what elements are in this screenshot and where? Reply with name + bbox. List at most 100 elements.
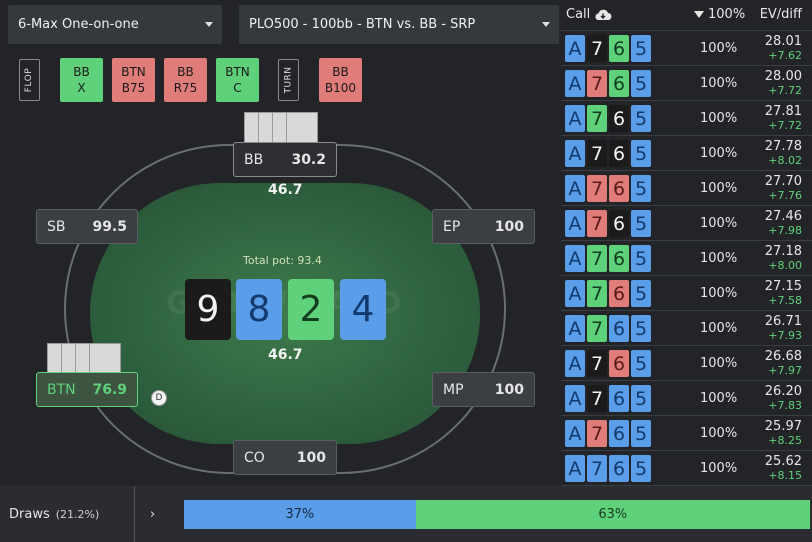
- hand-row[interactable]: A 7 6 5 100% 26.68 +7.97: [561, 346, 812, 381]
- hand-row[interactable]: A 7 6 5 100% 28.01 +7.62: [561, 31, 812, 66]
- seat-name: MP: [443, 381, 464, 398]
- seat-stack: 30.2: [291, 151, 326, 168]
- hand-card: 6: [609, 385, 629, 412]
- bb-bet-amount: 46.7: [268, 182, 303, 198]
- hand-frequency: 100%: [700, 111, 738, 126]
- hand-row[interactable]: A 7 6 5 100% 25.97 +8.25: [561, 416, 812, 451]
- hand-card: 7: [587, 210, 607, 237]
- action-turn-1[interactable]: BB B100: [319, 58, 362, 102]
- hand-cards: A765: [565, 245, 653, 272]
- hand-row[interactable]: A 7 6 5 100% 25.62 +8.15: [561, 451, 812, 486]
- caret-down-icon: [205, 22, 213, 27]
- seat-btn[interactable]: BTN 76.9: [36, 372, 138, 407]
- seat-stack: 100: [494, 218, 524, 235]
- hand-card: 5: [631, 420, 651, 447]
- scenario-dropdown-label: PLO500 - 100bb - BTN vs. BB - SRP: [249, 17, 476, 32]
- hand-frequency: 100%: [700, 321, 738, 336]
- hand-card: 7: [587, 175, 607, 202]
- hand-row[interactable]: A 7 6 5 100% 28.00 +7.72: [561, 66, 812, 101]
- hand-card: A: [565, 245, 585, 272]
- hand-card: 5: [631, 455, 651, 482]
- format-dropdown-label: 6-Max One-on-one: [18, 17, 139, 32]
- seat-mp[interactable]: MP 100: [432, 372, 535, 407]
- action-type: C: [233, 81, 242, 95]
- hand-card: 6: [609, 35, 629, 62]
- chevron-right-icon[interactable]: ›: [150, 507, 155, 522]
- hand-row[interactable]: A 7 6 5 100% 27.70 +7.76: [561, 171, 812, 206]
- hand-ev: 25.62: [764, 454, 802, 469]
- hand-card: 6: [609, 350, 629, 377]
- hand-frequency: 100%: [700, 286, 738, 301]
- hand-cards: A765: [565, 385, 653, 412]
- hand-card: 7: [587, 420, 607, 447]
- hand-card: A: [565, 350, 585, 377]
- hand-cards: A765: [565, 70, 653, 97]
- hand-card: A: [565, 105, 585, 132]
- hand-card: A: [565, 315, 585, 342]
- hand-cards: A765: [565, 210, 653, 237]
- hand-card: 6: [609, 70, 629, 97]
- draws-filter[interactable]: Draws (21.2%): [0, 486, 135, 542]
- hand-card: 5: [631, 245, 651, 272]
- action-flop-2[interactable]: BTN B75: [112, 58, 155, 102]
- board-card: 2: [288, 279, 334, 340]
- hand-ev-diff: +7.72: [768, 119, 802, 132]
- hand-card: 5: [631, 140, 651, 167]
- hand-ev: 27.46: [764, 209, 802, 224]
- hand-row[interactable]: A 7 6 5 100% 26.71 +7.93: [561, 311, 812, 346]
- sort-column-header[interactable]: 100%: [694, 7, 745, 22]
- hand-ev-diff: +7.93: [768, 329, 802, 342]
- hand-ev: 27.15: [764, 279, 802, 294]
- hand-ev-diff: +7.62: [768, 49, 802, 62]
- hand-row[interactable]: A 7 6 5 100% 26.20 +7.83: [561, 381, 812, 416]
- seat-bb[interactable]: BB 30.2: [233, 142, 337, 177]
- action-player: BB: [73, 65, 90, 79]
- hand-row[interactable]: A 7 6 5 100% 27.18 +8.00: [561, 241, 812, 276]
- cloud-download-icon[interactable]: [594, 8, 612, 26]
- seat-co[interactable]: CO 100: [233, 440, 337, 475]
- seat-stack: 99.5: [92, 218, 127, 235]
- board-card: 4: [340, 279, 386, 340]
- board-card: 8: [236, 279, 282, 340]
- action-type: B75: [121, 81, 146, 95]
- hand-row[interactable]: A 7 6 5 100% 27.81 +7.72: [561, 101, 812, 136]
- hand-card: 5: [631, 385, 651, 412]
- hand-ev: 26.68: [764, 349, 802, 364]
- hand-frequency: 100%: [700, 251, 738, 266]
- scenario-dropdown[interactable]: PLO500 - 100bb - BTN vs. BB - SRP: [239, 5, 559, 44]
- seat-name: BB: [244, 151, 264, 168]
- hand-card: A: [565, 35, 585, 62]
- hand-cards: A765: [565, 140, 653, 167]
- hand-ev: 27.18: [764, 244, 802, 259]
- action-flop-3[interactable]: BB R75: [164, 58, 207, 102]
- hand-frequency: 100%: [700, 426, 738, 441]
- hand-row[interactable]: A 7 6 5 100% 27.15 +7.58: [561, 276, 812, 311]
- hand-card: 6: [609, 105, 629, 132]
- draws-distribution-bar: 37% 63%: [184, 500, 810, 529]
- hand-card: A: [565, 70, 585, 97]
- sort-desc-icon: [694, 11, 704, 18]
- hand-card: 7: [587, 385, 607, 412]
- action-flop-1[interactable]: BB X: [60, 58, 103, 102]
- hand-card: 7: [587, 455, 607, 482]
- hand-ev: 26.20: [764, 384, 802, 399]
- format-dropdown[interactable]: 6-Max One-on-one: [8, 5, 222, 44]
- hand-card: 7: [587, 35, 607, 62]
- seat-sb[interactable]: SB 99.5: [36, 209, 138, 244]
- hand-frequency: 100%: [700, 181, 738, 196]
- hand-row[interactable]: A 7 6 5 100% 27.46 +7.98: [561, 206, 812, 241]
- hand-row[interactable]: A 7 6 5 100% 27.78 +8.02: [561, 136, 812, 171]
- column-header-ev[interactable]: EV/diff: [760, 7, 802, 22]
- hand-ev-diff: +7.72: [768, 84, 802, 97]
- draws-percent: (21.2%): [55, 508, 100, 521]
- hand-card: 5: [631, 70, 651, 97]
- action-flop-4[interactable]: BTN C: [216, 58, 259, 102]
- hand-ev-diff: +8.25: [768, 434, 802, 447]
- hand-ev: 27.81: [764, 104, 802, 119]
- hand-cards: A765: [565, 175, 653, 202]
- seat-ep[interactable]: EP 100: [432, 209, 535, 244]
- action-type: X: [77, 81, 86, 95]
- hand-ev: 27.70: [764, 174, 802, 189]
- hand-ev-diff: +8.02: [768, 154, 802, 167]
- hand-frequency: 100%: [700, 76, 738, 91]
